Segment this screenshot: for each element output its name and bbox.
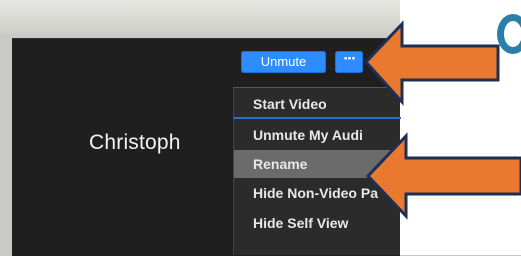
participant-context-menu: Start Video Unmute My Audi Rename Hide N…	[233, 87, 401, 255]
menu-item-unmute-my-audio[interactable]: Unmute My Audi	[234, 121, 401, 149]
participant-name: Christoph	[89, 131, 181, 154]
menu-item-hide-non-video-participants[interactable]: Hide Non-Video Pa	[234, 179, 401, 207]
menu-item-start-video[interactable]: Start Video	[234, 90, 401, 118]
menu-divider	[234, 117, 401, 119]
unmute-button[interactable]: Unmute	[241, 51, 326, 73]
partial-letter-glyph	[497, 14, 521, 54]
more-options-button[interactable]: ···	[335, 51, 363, 73]
menu-item-hide-self-view[interactable]: Hide Self View	[234, 209, 401, 237]
menu-item-rename[interactable]: Rename	[234, 150, 401, 178]
